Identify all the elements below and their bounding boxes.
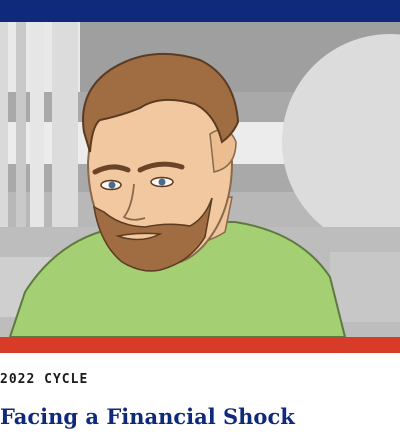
story-card[interactable]: 2022 CYCLE Facing a Financial Shock [0, 0, 400, 445]
card-title-link[interactable]: Facing a Financial Shock [0, 404, 295, 429]
hero-illustration[interactable] [0, 22, 400, 337]
bottom-color-band [0, 337, 400, 353]
top-color-band [0, 0, 400, 22]
cycle-eyebrow: 2022 CYCLE [0, 372, 89, 387]
